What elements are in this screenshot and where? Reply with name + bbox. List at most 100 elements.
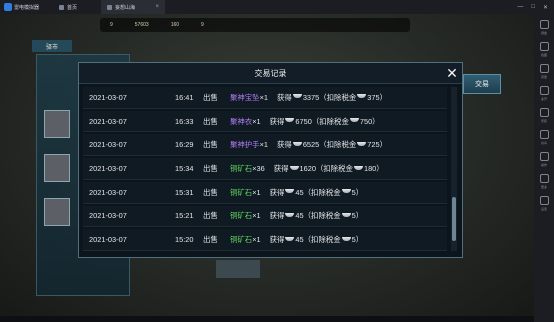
record-gain-label: 获得: [269, 187, 285, 197]
record-gain-label: 获得: [269, 235, 285, 245]
trade-button[interactable]: 交易: [463, 74, 501, 94]
more-icon[interactable]: [539, 174, 549, 183]
side-label-more: 更多: [540, 185, 547, 189]
close-icon[interactable]: ✕: [443, 64, 461, 82]
volume-icon[interactable]: [539, 64, 549, 73]
market-item-slot[interactable]: [44, 154, 70, 182]
scroll-thumb[interactable]: [452, 197, 456, 241]
transaction-record-dialog: 交易记录 2021-03-07 16:41 出售 聚神宝坠 ×1 获得 3375 （扣除税金 3…: [78, 62, 463, 258]
record-tax-amount: 375）: [367, 92, 387, 102]
record-item-name: 铜矿石: [230, 211, 253, 221]
record-time: 15:34: [175, 164, 194, 174]
emulator-sidebar: 键盘 截图 音量 多开 安装 共享 操作 更多 设置: [534, 14, 554, 322]
record-gain-amount: 45: [295, 235, 304, 245]
install-icon[interactable]: [539, 108, 549, 117]
record-date: 2021-03-07: [89, 164, 127, 174]
share-icon[interactable]: [539, 130, 549, 139]
record-time: 15:21: [175, 211, 194, 221]
dialog-title: 交易记录: [79, 63, 462, 84]
record-quantity: ×1: [259, 140, 269, 150]
record-gain-amount: 1620: [299, 164, 316, 174]
record-tax-label: （扣除税金: [315, 164, 353, 174]
bottom-button[interactable]: [216, 260, 260, 278]
record-tax-amount: 5）: [351, 235, 364, 245]
record-tax-label: （扣除税金: [303, 187, 341, 197]
record-date: 2021-03-07: [89, 211, 127, 221]
tab-home-label: 首页: [67, 4, 78, 11]
record-tax-label: （扣除税金: [303, 235, 341, 245]
tab-home[interactable]: 首页: [53, 0, 101, 14]
record-item-name: 聚神宝坠: [230, 92, 260, 102]
silver-ingot-icon: [341, 236, 351, 241]
record-action: 出售: [203, 211, 218, 221]
resource-value: 9: [110, 22, 113, 28]
record-gain-label: 获得: [269, 116, 285, 126]
record-quantity: ×1: [259, 92, 269, 102]
tab-game[interactable]: 妄想山海 ×: [101, 0, 166, 14]
market-panel-header[interactable]: 驿市: [32, 40, 72, 52]
maximize-button[interactable]: □: [531, 4, 535, 11]
silver-ingot-icon: [353, 165, 363, 170]
silver-ingot-icon: [341, 212, 351, 217]
record-time: 15:31: [175, 187, 194, 197]
silver-ingot-icon: [285, 118, 295, 123]
silver-ingot-icon: [285, 212, 295, 217]
record-item-name: 聚神护手: [230, 140, 260, 150]
close-window-button[interactable]: ✕: [543, 4, 548, 11]
market-item-slot[interactable]: [44, 110, 70, 138]
side-label-operation: 操作: [540, 163, 547, 167]
screenshot-icon[interactable]: [539, 42, 549, 51]
record-tax-label: （扣除税金: [303, 211, 341, 221]
side-label-install: 安装: [540, 119, 547, 123]
tab-game-label: 妄想山海: [115, 4, 136, 11]
emulator-title-bar: 雷电模拟器 首页 妄想山海 × — □ ✕: [0, 0, 554, 14]
record-row: 2021-03-07 16:29 出售 聚神护手 ×1 获得 6525 （扣除税金 725）: [83, 134, 447, 157]
side-label-screenshot: 截图: [540, 53, 547, 57]
record-action: 出售: [203, 164, 218, 174]
window-controls: — □ ✕: [517, 4, 548, 11]
record-tax-label: （扣除税金: [319, 92, 357, 102]
app-logo-icon: [4, 3, 12, 11]
record-time: 16:41: [175, 92, 194, 102]
resource-value: 9: [201, 22, 204, 28]
multi-instance-icon[interactable]: [539, 86, 549, 95]
silver-ingot-icon: [292, 94, 302, 99]
keyboard-icon[interactable]: [539, 20, 549, 29]
app-name: 雷电模拟器: [14, 4, 40, 11]
record-list[interactable]: 2021-03-07 16:41 出售 聚神宝坠 ×1 获得 3375 （扣除税金 375） 20…: [83, 87, 447, 252]
record-gain-label: 获得: [277, 140, 292, 150]
silver-ingot-icon: [357, 94, 367, 99]
resource-value: 57603: [134, 22, 149, 28]
market-item-slot[interactable]: [44, 198, 70, 226]
record-row: 2021-03-07 16:33 出售 聚神衣 ×1 获得 6750 （扣除税金 750）: [83, 110, 447, 133]
side-label-multi: 多开: [540, 97, 547, 101]
tab-close-icon[interactable]: ×: [156, 4, 160, 10]
settings-icon[interactable]: [539, 196, 549, 205]
operation-icon[interactable]: [539, 152, 549, 161]
record-action: 出售: [203, 235, 218, 245]
record-row: 2021-03-07 15:21 出售 铜矿石 ×1 获得 45 （扣除税金 5）: [83, 205, 447, 228]
silver-ingot-icon: [285, 189, 295, 194]
record-item-name: 聚神衣: [230, 116, 253, 126]
silver-ingot-icon: [289, 165, 299, 170]
silver-ingot-icon: [341, 189, 351, 194]
minimize-button[interactable]: —: [517, 4, 523, 11]
record-gain-amount: 45: [295, 187, 304, 197]
record-action: 出售: [203, 140, 218, 150]
record-quantity: ×1: [252, 235, 261, 245]
record-action: 出售: [203, 116, 218, 126]
record-quantity: ×36: [252, 164, 265, 174]
record-date: 2021-03-07: [89, 116, 127, 126]
home-icon: [59, 4, 65, 10]
record-tax-label: （扣除税金: [311, 116, 349, 126]
record-gain-amount: 45: [295, 211, 304, 221]
record-time: 15:20: [175, 235, 194, 245]
record-row: 2021-03-07 15:31 出售 铜矿石 ×1 获得 45 （扣除税金 5）: [83, 181, 447, 204]
scrollbar[interactable]: [451, 87, 457, 251]
record-date: 2021-03-07: [89, 187, 127, 197]
silver-ingot-icon: [357, 141, 367, 146]
side-label-volume: 音量: [540, 75, 547, 79]
record-gain-amount: 6525: [302, 140, 320, 150]
game-icon: [107, 4, 113, 10]
silver-ingot-icon: [292, 141, 302, 146]
